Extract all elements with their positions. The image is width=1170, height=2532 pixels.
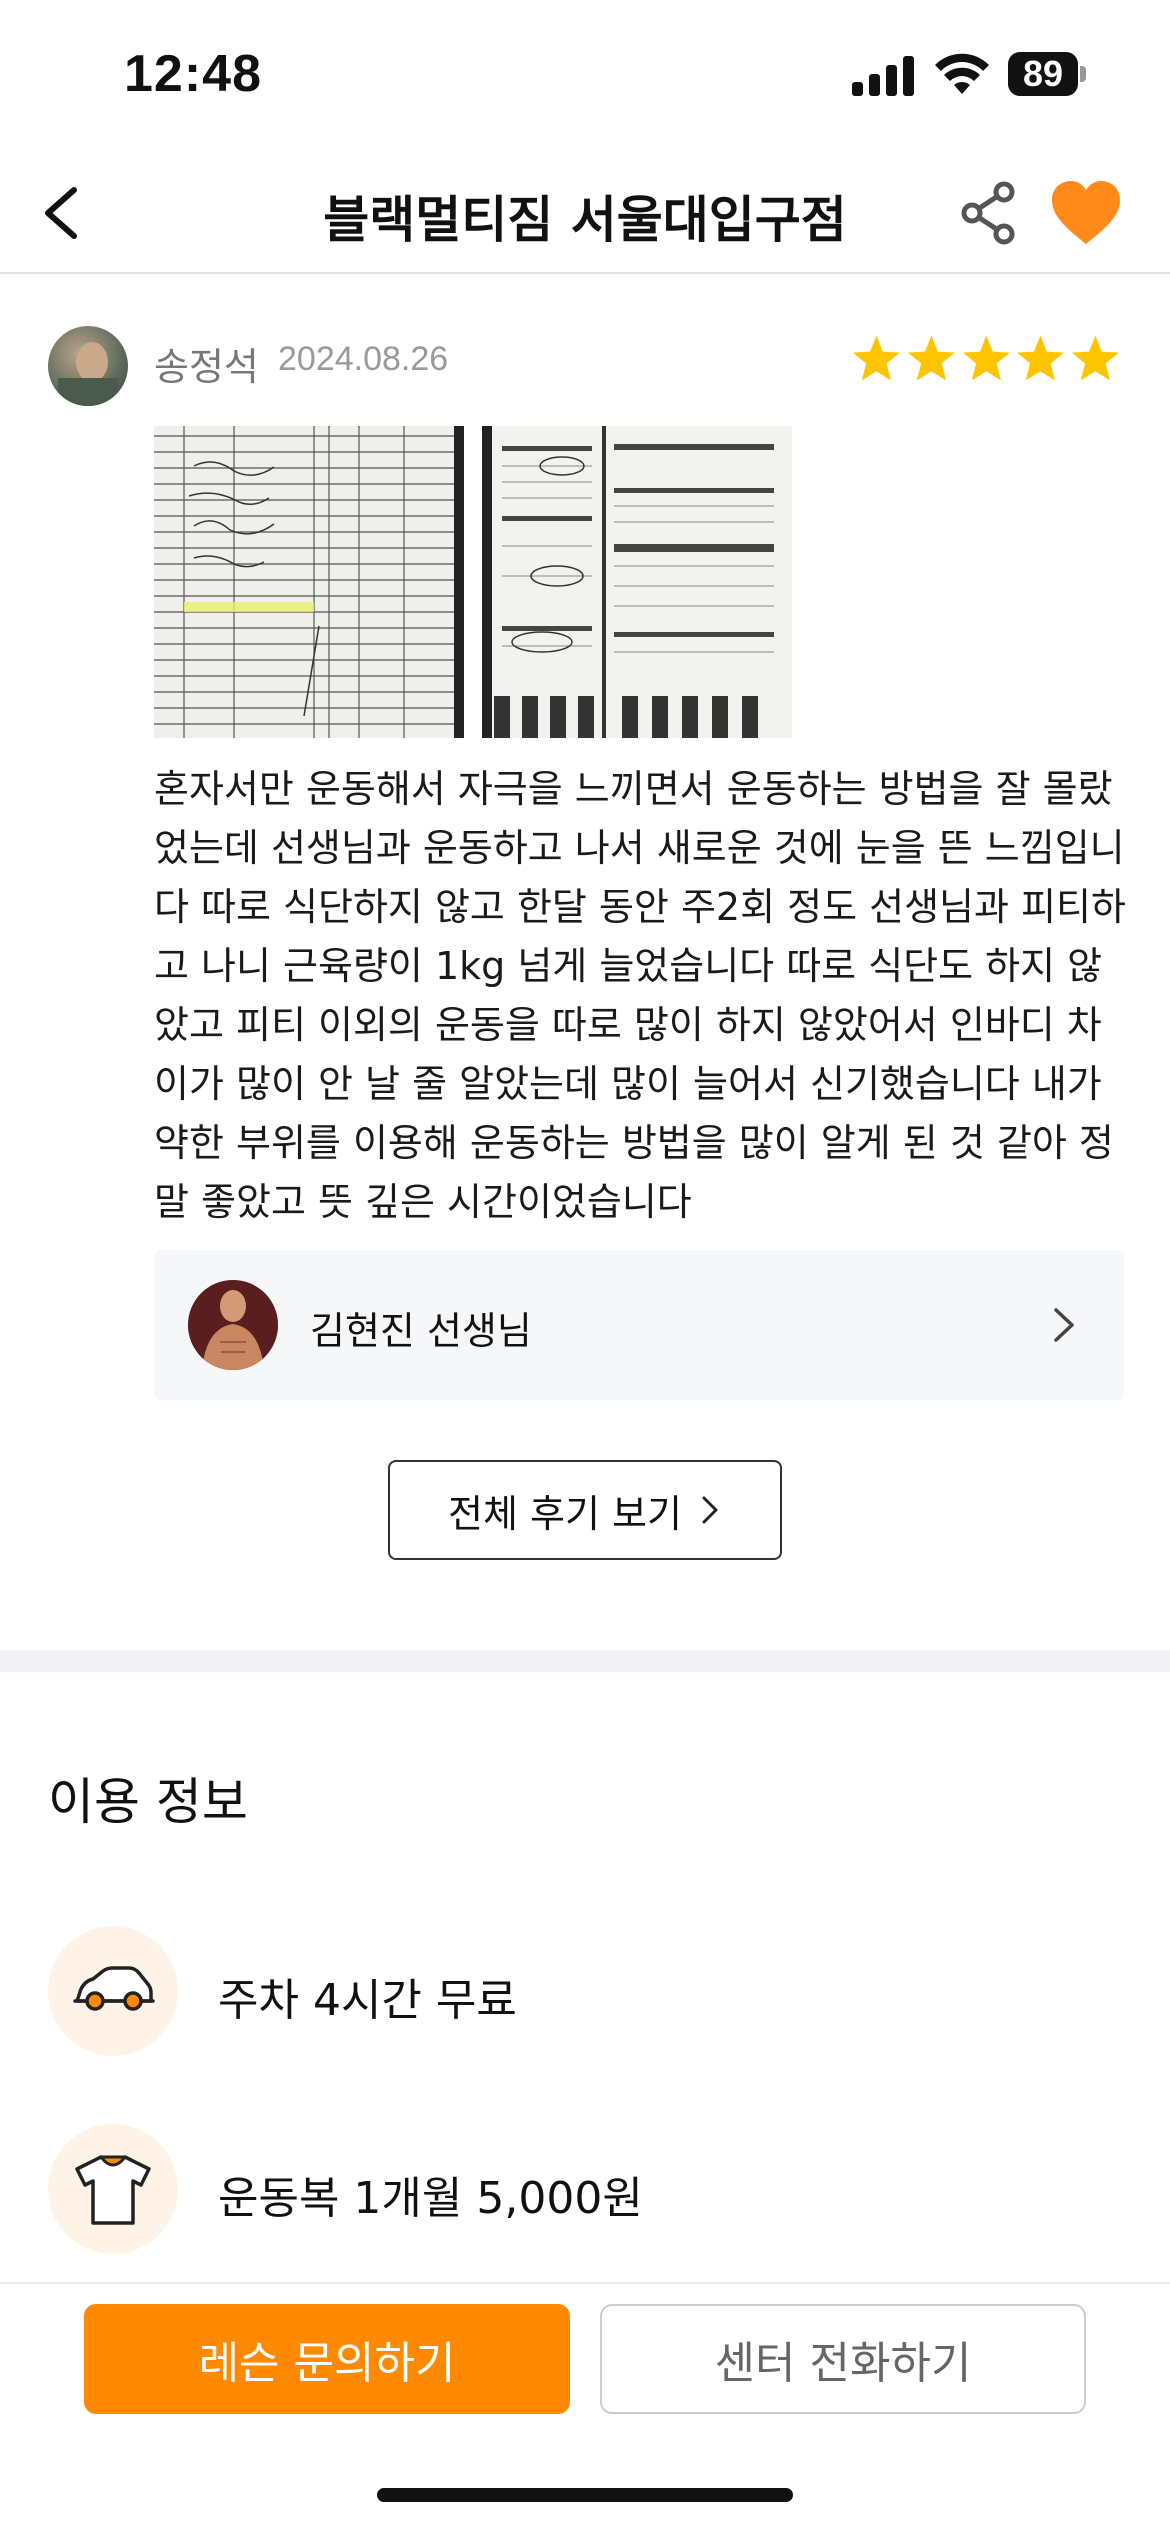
battery-icon: 89 — [1008, 52, 1086, 96]
home-indicator[interactable] — [377, 2488, 793, 2502]
star-icon — [852, 335, 900, 381]
view-all-reviews-button[interactable]: 전체 후기 보기 — [388, 1460, 782, 1560]
bottom-action-bar: 레슨 문의하기 센터 전화하기 — [0, 2282, 1170, 2532]
review-date: 2024.08.26 — [278, 340, 449, 378]
chevron-right-icon — [702, 1496, 718, 1524]
heart-icon[interactable] — [1048, 178, 1124, 248]
back-arrow-icon[interactable] — [36, 178, 96, 248]
reviewer-name: 송정석 — [154, 345, 259, 389]
info-label-workout-clothes: 운동복 1개월 5,000원 — [218, 2173, 643, 2224]
trainer-name: 김현진 선생님 — [310, 1309, 532, 1353]
lesson-inquiry-button[interactable]: 레슨 문의하기 — [84, 2304, 570, 2414]
battery-level: 89 — [1008, 52, 1078, 96]
info-label-parking: 주차 4시간 무료 — [218, 1975, 517, 2026]
star-icon — [962, 335, 1010, 381]
review-photo-inbody-result[interactable] — [482, 426, 792, 738]
star-icon — [1072, 335, 1120, 381]
page-title: 블랙멀티짐 서울대입구점 — [323, 191, 847, 249]
reviewer-avatar — [48, 326, 128, 406]
view-all-reviews-label: 전체 후기 보기 — [448, 1491, 682, 1536]
status-bar: 12:48 89 — [0, 0, 1170, 150]
star-icon — [1017, 335, 1065, 381]
info-item-parking: 주차 4시간 무료 — [48, 1926, 1128, 2056]
info-item-workout-clothes: 운동복 1개월 5,000원 — [48, 2124, 1128, 2254]
status-time: 12:48 — [124, 45, 262, 103]
car-icon — [48, 1926, 178, 2056]
review-photo-workout-log[interactable] — [154, 426, 464, 738]
rating-stars — [850, 332, 1122, 388]
review-text: 혼자서만 운동해서 자극을 느끼면서 운동하는 방법을 잘 몰랐었는데 선생님과… — [154, 767, 1126, 1224]
call-center-button[interactable]: 센터 전화하기 — [600, 2304, 1086, 2414]
star-icon — [907, 335, 955, 381]
section-divider — [0, 1650, 1170, 1672]
chevron-right-icon — [1054, 1308, 1074, 1342]
tshirt-icon — [48, 2124, 178, 2254]
nav-bar: 블랙멀티짐 서울대입구점 — [0, 150, 1170, 274]
wifi-icon — [935, 53, 989, 94]
share-icon[interactable] — [956, 178, 1022, 248]
cellular-signal-icon — [852, 54, 916, 96]
usage-info-title: 이용 정보 — [48, 1773, 248, 1831]
trainer-avatar — [188, 1280, 278, 1370]
trainer-link[interactable]: 김현진 선생님 — [154, 1250, 1124, 1400]
